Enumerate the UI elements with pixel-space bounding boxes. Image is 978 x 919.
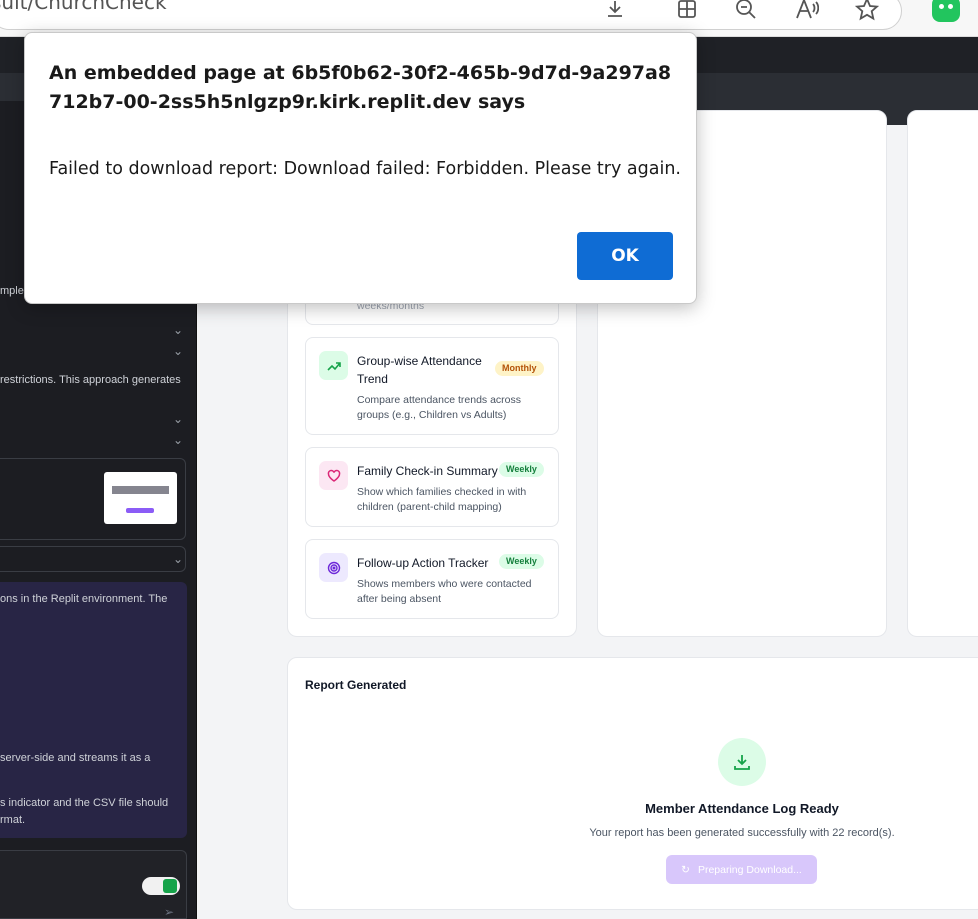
report-name: Follow-up Action Tracker <box>357 556 489 570</box>
copilot-icon[interactable] <box>932 0 960 22</box>
report-ready-heading: Member Attendance Log Ready <box>645 801 839 816</box>
favorite-icon[interactable] <box>854 0 880 22</box>
address-bar[interactable]: sult/ChurchCheck <box>0 0 902 30</box>
report-generated-card <box>287 657 978 910</box>
dialog-message: Failed to download report: Download fail… <box>49 159 681 179</box>
chevron-down-icon[interactable]: ⌄ <box>172 344 184 358</box>
chevron-down-icon[interactable]: ⌄ <box>172 323 184 337</box>
report-option[interactable]: Group-wise Attendance Trend Monthly Comp… <box>305 337 559 435</box>
screenshot-thumbnail[interactable] <box>104 472 177 524</box>
chevron-down-icon[interactable]: ⌄ <box>172 433 184 447</box>
target-icon <box>319 553 348 582</box>
report-description: Show which families checked in with chil… <box>357 486 527 513</box>
section-title: Report Generated <box>305 678 407 692</box>
extensions-icon[interactable] <box>674 0 700 22</box>
report-extra-card <box>907 110 978 637</box>
report-name: Group-wise Attendance Trend <box>357 354 482 386</box>
zoom-out-icon[interactable] <box>733 0 759 22</box>
send-icon[interactable]: ➢ <box>164 905 174 919</box>
trend-up-icon <box>319 351 348 380</box>
frequency-badge: Weekly <box>499 554 544 569</box>
report-ready-subtext: Your report has been generated successfu… <box>589 827 895 839</box>
chat-text-line: server-side and streams it as a <box>0 752 151 764</box>
report-option[interactable]: Follow-up Action Tracker Weekly Shows me… <box>305 539 559 619</box>
frequency-badge: Weekly <box>499 462 544 477</box>
chat-text-line: rmat. <box>0 814 26 826</box>
preparing-download-label: Preparing Download... <box>697 863 802 876</box>
alert-dialog: An embedded page at 6b5f0b62-30f2-465b-9… <box>24 32 697 304</box>
preparing-download-button[interactable]: ↻ Preparing Download... <box>666 855 817 884</box>
report-description: Compare attendance trends across groups … <box>357 394 522 421</box>
ok-button[interactable]: OK <box>577 232 673 280</box>
heart-icon <box>319 461 348 490</box>
download-icon <box>718 738 766 786</box>
frequency-badge: Monthly <box>495 361 544 376</box>
report-option[interactable]: Family Check-in Summary Weekly Show whic… <box>305 447 559 527</box>
chat-text-line: ons in the Replit environment. The <box>0 593 168 605</box>
chevron-down-icon[interactable]: ⌄ <box>172 412 184 426</box>
address-text: sult/ChurchCheck <box>0 0 167 14</box>
loading-icon: ↻ <box>681 863 690 876</box>
agent-toggle[interactable] <box>142 877 180 895</box>
chat-text-line: s indicator and the CSV file should <box>0 797 169 809</box>
collapsed-section[interactable] <box>0 546 186 572</box>
download-icon[interactable] <box>602 0 628 22</box>
chevron-down-icon[interactable]: ⌄ <box>172 552 184 566</box>
read-aloud-icon[interactable] <box>794 0 820 22</box>
report-description: Shows members who were contacted after b… <box>357 578 532 605</box>
dialog-title: An embedded page at 6b5f0b62-30f2-465b-9… <box>49 62 672 113</box>
chat-text-line: restrictions. This approach generates <box>0 374 181 386</box>
report-name: Family Check-in Summary <box>357 464 498 478</box>
